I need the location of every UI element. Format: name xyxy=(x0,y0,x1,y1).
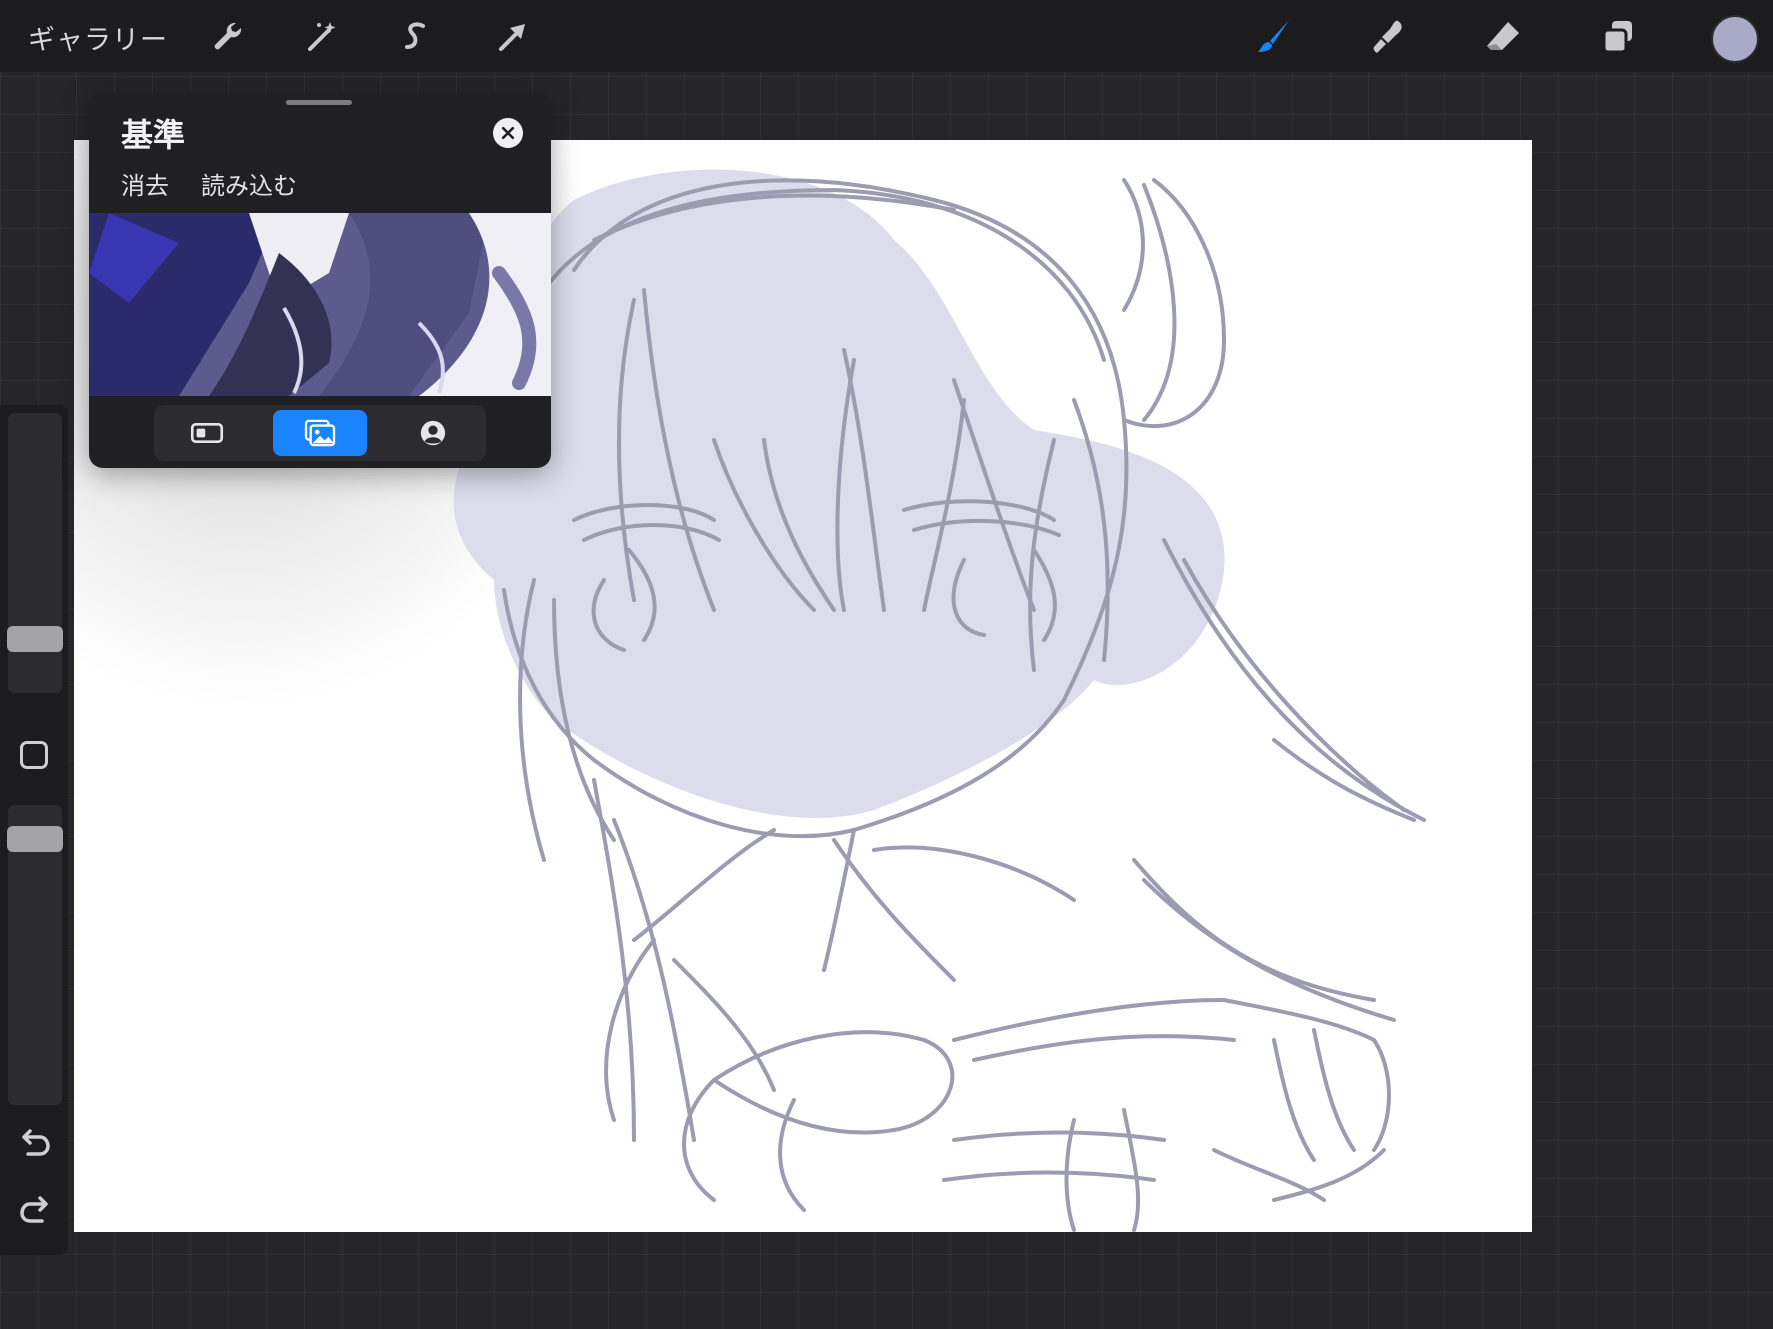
eraser-button[interactable] xyxy=(1478,12,1528,62)
reference-title: 基準 xyxy=(121,116,186,154)
transform-button[interactable] xyxy=(487,12,537,62)
tab-face[interactable] xyxy=(386,410,480,456)
reference-tabs xyxy=(154,405,486,461)
face-tab-icon xyxy=(420,420,446,446)
smudge-icon xyxy=(1373,20,1402,53)
reference-image xyxy=(89,213,551,396)
magic-wand-icon xyxy=(308,22,336,51)
brush-icon xyxy=(1258,20,1289,52)
eraser-icon xyxy=(1487,22,1519,50)
image-tab-icon xyxy=(304,419,336,447)
transform-arrow-icon xyxy=(499,24,525,51)
undo-icon xyxy=(22,1129,50,1156)
selection-icon xyxy=(405,22,425,49)
left-sidebar xyxy=(0,405,68,1255)
clear-button[interactable]: 消去 xyxy=(121,166,169,201)
tab-canvas[interactable] xyxy=(160,410,254,456)
canvas-tab-icon xyxy=(190,423,224,443)
redo-button[interactable] xyxy=(16,1192,54,1230)
color-picker-button[interactable] xyxy=(1711,15,1759,63)
opacity-thumb[interactable] xyxy=(7,826,63,852)
modify-button[interactable] xyxy=(20,741,48,769)
close-button[interactable] xyxy=(493,118,523,148)
layers-button[interactable] xyxy=(1593,12,1643,62)
wrench-icon xyxy=(214,22,242,50)
brush-button[interactable] xyxy=(1248,12,1298,62)
undo-button[interactable] xyxy=(16,1125,54,1163)
smudge-button[interactable] xyxy=(1363,12,1413,62)
tab-image[interactable] xyxy=(273,410,367,456)
top-toolbar: ギャラリー xyxy=(0,0,1773,72)
layers-icon xyxy=(1602,21,1632,54)
selection-button[interactable] xyxy=(391,12,441,62)
close-icon xyxy=(501,126,515,140)
gallery-button[interactable]: ギャラリー xyxy=(28,18,168,57)
import-button[interactable]: 読み込む xyxy=(201,166,297,201)
brush-size-thumb[interactable] xyxy=(7,626,63,652)
collar xyxy=(632,828,856,972)
actions-button[interactable] xyxy=(203,12,253,62)
adjustments-button[interactable] xyxy=(297,12,347,62)
drag-handle[interactable] xyxy=(286,100,352,105)
reference-photo xyxy=(89,213,551,396)
redo-icon xyxy=(20,1196,48,1223)
reference-panel: 基準 消去 読み込む xyxy=(89,93,551,468)
